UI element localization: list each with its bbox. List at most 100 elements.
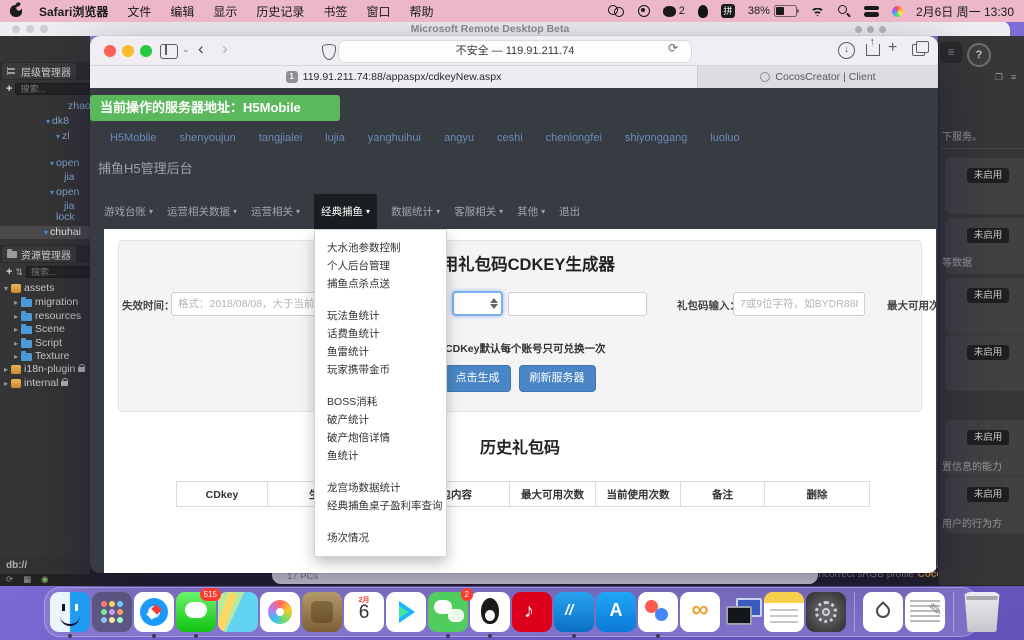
server-select[interactable] — [452, 291, 503, 316]
menubar-clock[interactable]: 2月6日 周一 13:30 — [916, 3, 1014, 20]
caret-right-icon[interactable]: ▸ — [4, 377, 8, 390]
menu-item[interactable]: 经典捕鱼桌子盈利率查询 — [315, 497, 446, 515]
menu-item[interactable]: 破产炮倍详情 — [315, 429, 446, 447]
menu-view[interactable]: 显示 — [213, 3, 237, 20]
grid-icon[interactable]: ▦ — [23, 574, 31, 585]
dock-maps[interactable] — [218, 592, 258, 638]
menu-item[interactable]: 捕鱼点杀点送 — [315, 275, 446, 293]
share-icon[interactable] — [866, 44, 880, 56]
dock-finder[interactable] — [50, 592, 90, 638]
menu-file[interactable]: 文件 — [127, 3, 151, 20]
tree-node-selected[interactable]: ▾chuhai — [0, 226, 90, 239]
tree-node[interactable]: ▾open — [0, 157, 90, 170]
input-method-icon[interactable]: 拼 — [721, 4, 735, 18]
dock-notes[interactable] — [764, 592, 804, 638]
dock-wechat[interactable]: 2 — [428, 592, 468, 638]
nav-customer-service[interactable]: 客服相关▾ — [454, 194, 503, 229]
tree-node[interactable]: ▾open — [0, 186, 90, 199]
caret-down-icon[interactable]: ▾ — [4, 282, 8, 295]
dock-legacy-app[interactable] — [302, 592, 342, 638]
tab-overview-icon[interactable] — [912, 44, 925, 56]
caret-down-icon[interactable]: ▾ — [50, 159, 54, 168]
chevron-down-icon[interactable]: ⌄ — [182, 44, 190, 55]
caret-down-icon[interactable]: ▾ — [44, 228, 48, 237]
menu-item[interactable]: 玩法鱼统计 — [315, 307, 446, 325]
inactive-zoom-button[interactable] — [879, 26, 886, 33]
extra-input[interactable] — [508, 292, 647, 316]
dock-textedit[interactable] — [905, 592, 945, 638]
asset-node[interactable]: ▸Script — [0, 337, 90, 350]
wechat-status[interactable]: 2 — [663, 5, 685, 17]
nav-operation[interactable]: 运营相关▾ — [251, 194, 300, 229]
nav-classic-fishing[interactable]: 经典捕鱼▾ 大水池参数控制 个人后台管理 捕鱼点杀点送 玩法鱼统计 话费鱼统计 … — [314, 194, 377, 229]
server-link[interactable]: shenyoujun — [179, 132, 235, 144]
help-button[interactable]: ? — [967, 43, 991, 67]
server-link[interactable]: tangjialei — [259, 132, 302, 144]
dock-remote-desktop-connection[interactable] — [722, 592, 762, 638]
add-node-button[interactable]: + — [6, 83, 12, 95]
siri-icon[interactable] — [892, 6, 903, 17]
menu-help[interactable]: 帮助 — [409, 3, 433, 20]
menu-item[interactable]: BOSS消耗 — [315, 393, 446, 411]
assets-search-input[interactable] — [26, 266, 90, 278]
asset-node[interactable]: ▾assets — [0, 282, 90, 295]
caret-right-icon[interactable]: ▸ — [14, 323, 18, 336]
menu-icon[interactable]: ≡ — [1011, 72, 1016, 82]
menu-item[interactable]: 破产统计 — [315, 411, 446, 429]
server-link[interactable]: luoluo — [710, 132, 739, 144]
menu-safari[interactable]: Safari浏览器 — [39, 3, 108, 20]
tree-node[interactable]: zhao — [0, 100, 90, 113]
dock-droplet-app[interactable] — [863, 592, 903, 638]
menu-item[interactable]: 个人后台管理 — [315, 257, 446, 275]
hierarchy-search-input[interactable] — [15, 83, 90, 95]
wifi-icon[interactable] — [810, 6, 825, 17]
dock-microsoft-remote-desktop[interactable] — [554, 592, 594, 638]
tree-node[interactable]: jia — [0, 171, 90, 184]
server-link[interactable]: ceshi — [497, 132, 523, 144]
caret-right-icon[interactable]: ▸ — [14, 350, 18, 363]
gift-code-input[interactable] — [733, 292, 865, 316]
menu-item[interactable]: 鱼统计 — [315, 447, 446, 465]
refresh-icon[interactable]: ⟳ — [6, 574, 13, 585]
caret-right-icon[interactable]: ▸ — [14, 310, 18, 323]
nav-other[interactable]: 其他▾ — [517, 194, 545, 229]
inactive-close-button[interactable] — [855, 26, 862, 33]
asset-node[interactable]: ▸internal — [0, 377, 90, 390]
sort-icon[interactable]: ⇅ — [15, 267, 23, 278]
server-link[interactable]: yanghuihui — [368, 132, 421, 144]
control-center-icon[interactable] — [864, 6, 879, 17]
menu-bookmarks[interactable]: 书签 — [323, 3, 347, 20]
panel-icon[interactable]: ❐ — [995, 72, 1003, 83]
dock-messages[interactable]: 515 — [176, 592, 216, 638]
nav-game-ledger[interactable]: 游戏台账▾ — [104, 194, 153, 229]
add-asset-button[interactable]: + — [6, 266, 12, 278]
caret-down-icon[interactable]: ▾ — [56, 132, 60, 141]
tab-assets[interactable]: 资源管理器 — [2, 246, 76, 262]
dock-calendar[interactable]: 2月6 — [344, 592, 384, 638]
tab-cdkey-page[interactable]: 1 119.91.211.74:88/appaspx/cdkeyNew.aspx — [90, 66, 698, 88]
asset-node[interactable]: ▸i18n-plugin — [0, 363, 90, 376]
zoom-button[interactable] — [140, 45, 152, 57]
menu-item[interactable]: 玩家携带金币 — [315, 361, 446, 379]
menu-item[interactable]: 场次情况 — [315, 529, 446, 547]
dock-safari[interactable] — [134, 592, 174, 638]
dock-photos[interactable] — [260, 592, 300, 638]
dock-app-store[interactable] — [596, 592, 636, 638]
tree-node[interactable]: ▾zl — [0, 130, 90, 143]
nav-operation-data[interactable]: 运营相关数据▾ — [167, 194, 237, 229]
server-link[interactable]: angyu — [444, 132, 474, 144]
dock-system-settings[interactable] — [806, 592, 846, 638]
dock-netease-music[interactable] — [512, 592, 552, 638]
eye-icon[interactable]: ◉ — [41, 574, 48, 585]
asset-node[interactable]: ▸migration — [0, 296, 90, 309]
apple-menu-icon[interactable] — [10, 5, 22, 17]
asset-node[interactable]: ▸resources — [0, 310, 90, 323]
dock-launchpad[interactable] — [92, 592, 132, 638]
server-link[interactable]: chenlongfei — [546, 132, 602, 144]
reload-icon[interactable]: ⟳ — [668, 41, 678, 55]
forward-button[interactable]: › — [222, 39, 228, 59]
asset-node[interactable]: ▸Texture — [0, 350, 90, 363]
caret-right-icon[interactable]: ▸ — [14, 337, 18, 350]
menu-item[interactable]: 龙宫场数据统计 — [315, 479, 446, 497]
asset-node[interactable]: ▸Scene — [0, 323, 90, 336]
